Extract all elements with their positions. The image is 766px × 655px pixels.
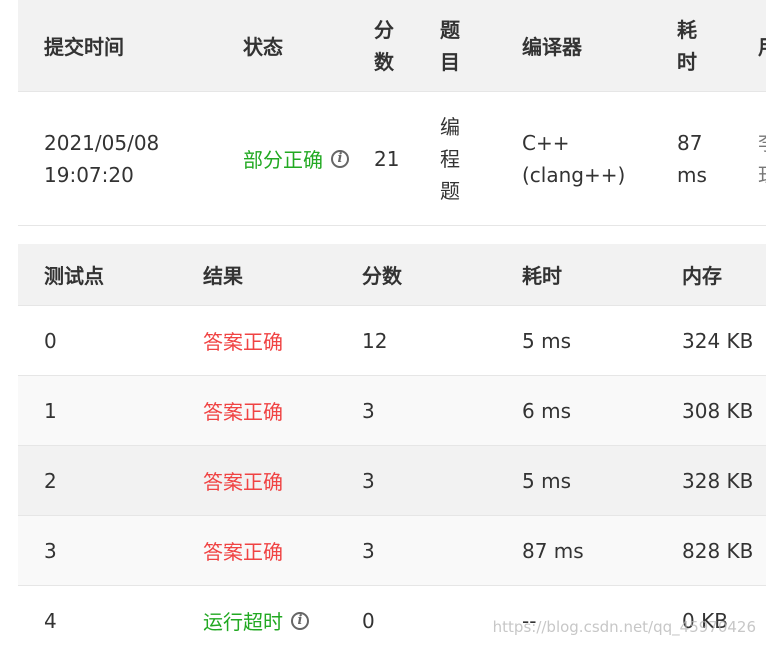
header-elapsed: 耗 时 [677,17,697,74]
test-point: 4 [44,608,57,633]
test-cases-table: 测试点 结果 分数 耗时 内存 0 答案正确 12 5 ms 324 KB 1 … [18,244,766,655]
submission-row: 2021/05/08 19:07:20 部分正确 i 21 编 程 题 C++ … [18,92,766,226]
test-result: 答案正确 [203,540,283,564]
test-result: 答案正确 [203,330,283,354]
test-row: 3 答案正确 3 87 ms 828 KB [18,516,766,586]
tests-header-row: 测试点 结果 分数 耗时 内存 [18,244,766,306]
test-time: 87 ms [522,538,584,563]
test-memory: 328 KB [682,468,754,493]
submit-time: 2021/05/08 19:07:20 [44,127,159,191]
test-time: 6 ms [522,398,571,423]
test-result: 答案正确 [203,470,283,494]
test-score: 3 [362,468,375,493]
header-cut: 用 [758,0,766,91]
submission-header-row: 提交时间 状态 分 数 题 目 编译器 耗 时 用 [18,0,766,92]
test-point: 3 [44,538,57,563]
header-score: 分 数 [374,17,394,74]
status-text[interactable]: 部分正确 [243,144,323,173]
header-compiler: 编译器 [522,35,582,59]
header-score: 分数 [362,264,402,288]
submission-table: 提交时间 状态 分 数 题 目 编译器 耗 时 用 2021/05/08 [18,0,766,226]
header-result: 结果 [203,264,243,288]
problem-type: 编 程 题 [440,114,460,203]
compiler-value: C++ (clang++) [522,130,626,187]
test-row: 2 答案正确 3 5 ms 328 KB [18,446,766,516]
score-value: 21 [374,146,400,171]
cut-off-column-value: 李 珏 [758,127,766,191]
submit-date: 2021/05/08 [44,130,160,155]
test-memory: 324 KB [682,328,754,353]
header-status: 状态 [243,35,283,59]
test-score: 12 [362,328,388,353]
test-score: 3 [362,538,375,563]
header-time: 耗时 [522,264,562,288]
test-point: 1 [44,398,57,423]
info-circle-icon[interactable]: i [291,611,309,630]
test-time: 5 ms [522,328,571,353]
header-test-point: 测试点 [44,264,104,288]
header-problem: 题 目 [440,17,460,74]
test-point: 2 [44,468,57,493]
elapsed-value: 87 ms [677,130,707,187]
test-score: 0 [362,608,375,633]
submit-clock: 19:07:20 [44,162,134,187]
watermark: https://blog.csdn.net/qq_45970426 [492,618,756,636]
info-circle-icon[interactable]: i [331,149,349,168]
header-memory: 内存 [682,264,722,288]
test-row: 0 答案正确 12 5 ms 324 KB [18,306,766,376]
test-row: 1 答案正确 3 6 ms 308 KB [18,376,766,446]
test-memory: 828 KB [682,538,754,563]
test-time: 5 ms [522,468,571,493]
test-score: 3 [362,398,375,423]
test-result[interactable]: 运行超时 [203,606,283,635]
test-point: 0 [44,328,57,353]
header-submit-time: 提交时间 [44,35,124,59]
test-memory: 308 KB [682,398,754,423]
test-result: 答案正确 [203,400,283,424]
